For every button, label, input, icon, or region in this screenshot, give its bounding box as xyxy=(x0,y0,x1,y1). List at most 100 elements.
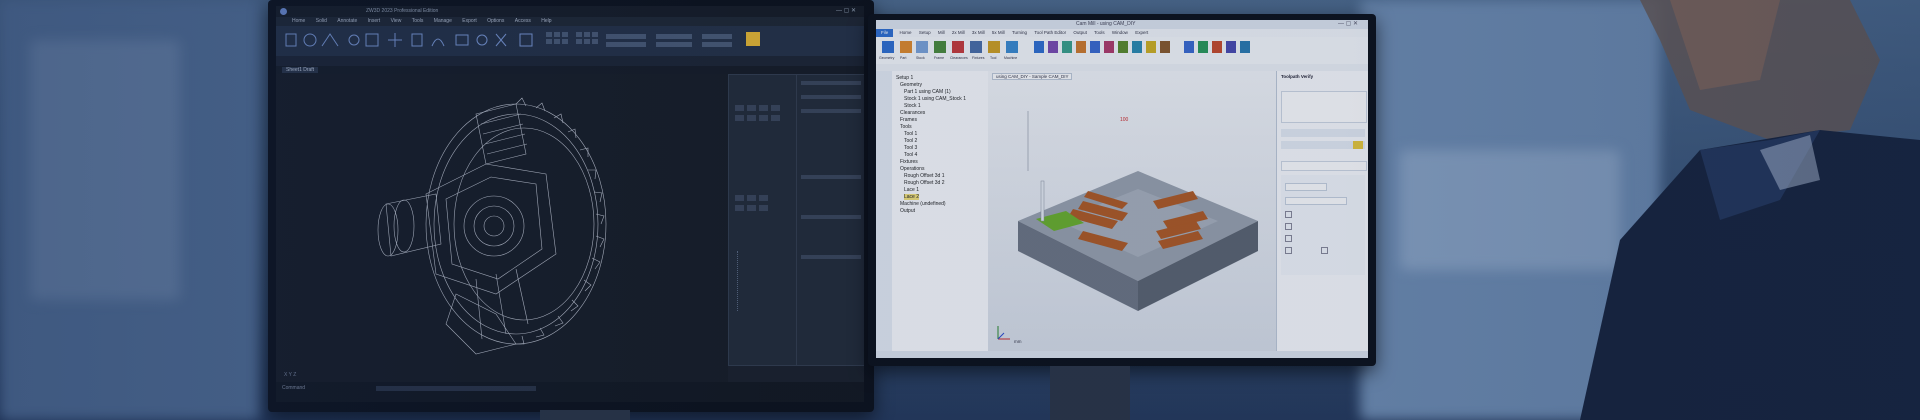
cam-tree-item[interactable]: Tool 1 xyxy=(904,131,917,137)
cad-panel-cell[interactable] xyxy=(759,115,768,121)
cam-checkbox[interactable] xyxy=(1285,211,1292,218)
cam-part-model: 100 xyxy=(997,111,1258,340)
cam-tree-item[interactable]: Output xyxy=(900,208,915,214)
cam-tree-item[interactable]: Operations xyxy=(900,166,924,172)
monitor-stand-left xyxy=(540,410,630,420)
cad-menu-view[interactable]: View xyxy=(391,17,402,26)
cad-menu-options[interactable]: Options xyxy=(487,17,504,26)
cam-window-controls[interactable]: — ▢ ✕ xyxy=(1338,20,1358,27)
cam-verify-controls[interactable] xyxy=(1281,129,1365,137)
cam-tree-item[interactable]: Geometry xyxy=(900,82,922,88)
cad-axis-indicator: X Y Z xyxy=(284,372,297,378)
cad-panel-cell[interactable] xyxy=(747,205,756,211)
svg-text:Machine: Machine xyxy=(1004,56,1017,60)
cam-menu-turning[interactable]: Turning xyxy=(1012,29,1027,37)
cam-monitor: Cam Mill - using CAM_DIY — ▢ ✕ File Home… xyxy=(868,14,1376,366)
cam-title-bar: Cam Mill - using CAM_DIY — ▢ ✕ xyxy=(876,20,1368,29)
cad-panel-cell[interactable] xyxy=(759,105,768,111)
cad-property-panel xyxy=(728,74,798,366)
cad-panel-cell[interactable] xyxy=(747,115,756,121)
cad-status-icons[interactable] xyxy=(376,386,536,391)
cad-menu-solid[interactable]: Solid xyxy=(316,17,327,26)
cam-tree-item[interactable]: Rough Offset 3d 1 xyxy=(904,173,945,179)
cam-tree-panel: Setup 1 Geometry Part 1 using CAM (1) St… xyxy=(876,71,989,351)
cam-checkbox[interactable] xyxy=(1285,247,1292,254)
cad-menu-home[interactable]: Home xyxy=(292,17,305,26)
cad-window-controls[interactable]: — ▢ ✕ xyxy=(836,7,856,14)
cad-panel-cell[interactable] xyxy=(735,105,744,111)
cam-tree-item[interactable]: Fixtures xyxy=(900,159,918,165)
cam-tree-item[interactable]: Frames xyxy=(900,117,917,123)
svg-text:Tool: Tool xyxy=(990,56,997,60)
cad-panel-cell[interactable] xyxy=(771,115,780,121)
cad-menu-manage[interactable]: Manage xyxy=(434,17,452,26)
cad-panel-cell[interactable] xyxy=(759,195,768,201)
cam-tree-item[interactable]: Tools xyxy=(900,124,912,130)
cad-menu-insert[interactable]: Insert xyxy=(368,17,381,26)
cam-viewport-tab[interactable]: using CAM_DIY - Sample CAM_DIY xyxy=(992,73,1073,80)
cad-title-bar: ZW3D 2023 Professional Edition — ▢ ✕ xyxy=(276,6,864,17)
cad-menu-export[interactable]: Export xyxy=(462,17,476,26)
cad-panel-cell[interactable] xyxy=(747,105,756,111)
cad-menu-annotate[interactable]: Annotate xyxy=(337,17,357,26)
cam-tree-item[interactable]: Setup 1 xyxy=(896,75,913,81)
cam-play-button[interactable] xyxy=(1353,141,1363,149)
cad-prop-row xyxy=(801,81,861,85)
cad-panel-cell[interactable] xyxy=(747,195,756,201)
cad-doc-tab[interactable]: Sheet1 Draft xyxy=(282,67,319,73)
cam-menu-5x[interactable]: 5x Mill xyxy=(992,29,1005,37)
cam-checkbox[interactable] xyxy=(1285,223,1292,230)
cam-tree-item[interactable]: Part 1 using CAM (1) xyxy=(904,89,951,95)
person-silhouette xyxy=(1520,0,1920,420)
cam-checkbox[interactable] xyxy=(1321,247,1328,254)
cam-menu-file[interactable]: File xyxy=(876,29,894,37)
cad-panel-cell[interactable] xyxy=(735,195,744,201)
cam-tree-item[interactable]: Clearances xyxy=(900,110,925,116)
cad-screen: ZW3D 2023 Professional Edition — ▢ ✕ Hom… xyxy=(276,6,864,402)
cam-tree-item-selected[interactable]: Lace 2 xyxy=(904,194,920,200)
cam-viewport[interactable]: using CAM_DIY - Sample CAM_DIY 100 mm xyxy=(988,71,1276,351)
cam-menu-3x[interactable]: 3x Mill xyxy=(972,29,985,37)
photo-scene: ZW3D 2023 Professional Edition — ▢ ✕ Hom… xyxy=(0,0,1920,420)
cam-tree-item[interactable]: Stock 1 using CAM_Stock 1 xyxy=(904,96,966,102)
cam-menu-toolpath-editor[interactable]: Tool Path Editor xyxy=(1034,29,1066,37)
cad-menu-access[interactable]: Access xyxy=(515,17,531,26)
cad-prop-row xyxy=(801,109,861,113)
cam-menu-output[interactable]: Output xyxy=(1073,29,1087,37)
cam-units-label: mm xyxy=(1014,339,1022,344)
cam-menu-2x[interactable]: 2x Mill xyxy=(952,29,965,37)
cad-menu-tools[interactable]: Tools xyxy=(412,17,424,26)
cad-ribbon xyxy=(276,26,864,66)
cad-drawing-area[interactable]: X Y Z xyxy=(276,74,728,382)
cam-menu-window[interactable]: Window xyxy=(1112,29,1128,37)
svg-text:Part: Part xyxy=(900,56,906,60)
svg-text:Clearances: Clearances xyxy=(950,56,968,60)
cam-side-toolbar[interactable] xyxy=(876,71,892,351)
cam-checkbox[interactable] xyxy=(1285,235,1292,242)
cad-panel-cell[interactable] xyxy=(735,205,744,211)
cam-menu-expert[interactable]: Expert xyxy=(1135,29,1148,37)
cam-tree-item[interactable]: Rough Offset 3d 2 xyxy=(904,180,945,186)
cam-setting-field[interactable] xyxy=(1285,197,1347,205)
cam-tree-item[interactable]: Tool 4 xyxy=(904,152,917,158)
cam-verify-list[interactable] xyxy=(1281,91,1367,123)
cam-tree-item[interactable]: Stock 1 xyxy=(904,103,921,109)
cad-menu-help[interactable]: Help xyxy=(541,17,551,26)
cad-ribbon-icons[interactable] xyxy=(276,26,864,66)
cam-menu-tools[interactable]: Tools xyxy=(1094,29,1105,37)
cad-layer-tree[interactable] xyxy=(737,251,778,311)
cam-menu-home[interactable]: Home xyxy=(900,29,912,37)
cam-tree-item[interactable]: Tool 3 xyxy=(904,145,917,151)
cam-ribbon-icons[interactable]: Geometry Part Stock Frame Clearances Fixture… xyxy=(876,37,1368,71)
cad-panel-cell[interactable] xyxy=(771,105,780,111)
cad-panel-cell[interactable] xyxy=(735,115,744,121)
cam-menu-mill[interactable]: Mill xyxy=(938,29,945,37)
svg-text:100: 100 xyxy=(1120,117,1129,123)
cam-tree-item[interactable]: Machine (undefined) xyxy=(900,201,946,207)
cam-tree-item[interactable]: Lace 1 xyxy=(904,187,919,193)
cam-tree-item[interactable]: Tool 2 xyxy=(904,138,917,144)
cam-menu-setup[interactable]: Setup xyxy=(919,29,931,37)
cad-panel-cell[interactable] xyxy=(759,205,768,211)
cam-display-speed[interactable] xyxy=(1281,161,1367,171)
cam-setting-field[interactable] xyxy=(1285,183,1327,191)
